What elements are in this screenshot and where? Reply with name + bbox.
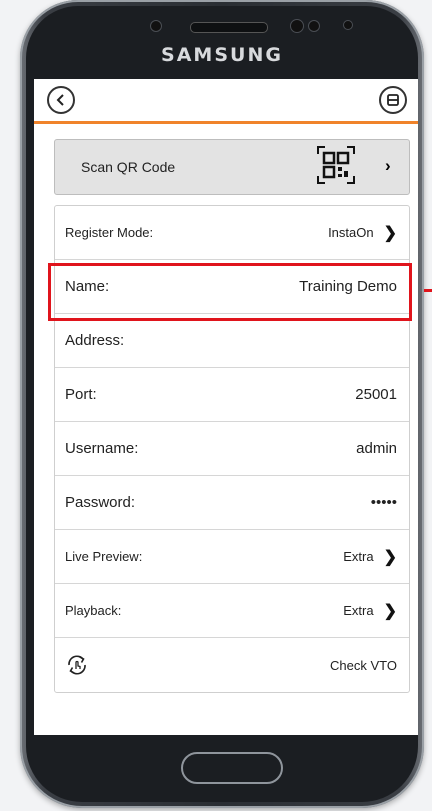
password-row[interactable]: Password: ••••• (55, 476, 409, 530)
sensor-dot (308, 20, 320, 32)
device-brand: SAMSUNG (161, 44, 283, 66)
name-value[interactable]: Training Demo (299, 278, 397, 295)
annotation-arrow (424, 289, 432, 292)
address-label: Address: (65, 332, 125, 349)
username-value[interactable]: admin (356, 440, 397, 457)
chevron-right-icon: ❯ (383, 224, 397, 242)
scan-qr-code-label: Scan QR Code (81, 159, 176, 175)
register-mode-label: Register Mode: (65, 225, 154, 240)
playback-label: Playback: (65, 603, 122, 618)
earpiece-speaker (190, 22, 268, 33)
register-mode-value: InstaOn ❯ (328, 223, 397, 243)
playback-value-text: Extra (343, 603, 374, 618)
front-camera-icon (150, 20, 162, 32)
register-mode-row[interactable]: Register Mode: InstaOn ❯ (55, 206, 409, 260)
name-label: Name: (65, 278, 110, 295)
check-vto-label: Check VTO (330, 657, 397, 673)
port-row[interactable]: Port: 25001 (55, 368, 409, 422)
sensor-dot (343, 20, 353, 30)
playback-row[interactable]: Playback: Extra ❯ (55, 584, 409, 638)
qr-code-icon (317, 146, 355, 184)
refresh-touch-icon (68, 655, 86, 675)
live-preview-label: Live Preview: (65, 549, 143, 564)
username-label: Username: (65, 440, 139, 457)
settings-form: Scan QR Code › Register Mode: InstaOn ❯ (54, 139, 410, 693)
playback-value: Extra ❯ (343, 601, 397, 621)
check-vto-row[interactable]: Check VTO (55, 638, 409, 692)
live-preview-value: Extra ❯ (343, 547, 397, 567)
sensor-dot (290, 19, 304, 33)
chevron-right-icon: › (385, 156, 391, 175)
field-list: Register Mode: InstaOn ❯ Name: Training … (54, 205, 410, 693)
live-preview-row[interactable]: Live Preview: Extra ❯ (55, 530, 409, 584)
register-mode-value-text: InstaOn (328, 225, 374, 240)
chevron-right-icon: ❯ (383, 602, 397, 620)
live-preview-value-text: Extra (343, 549, 374, 564)
home-button[interactable] (181, 752, 283, 784)
chevron-right-icon: ❯ (383, 548, 397, 566)
port-value[interactable]: 25001 (355, 386, 397, 403)
port-label: Port: (65, 386, 97, 403)
username-row[interactable]: Username: admin (55, 422, 409, 476)
app-content-layer: Scan QR Code › Register Mode: InstaOn ❯ (34, 79, 418, 735)
name-row[interactable]: Name: Training Demo (55, 260, 409, 314)
password-value[interactable]: ••••• (371, 494, 397, 511)
scan-qr-code-button[interactable]: Scan QR Code › (54, 139, 410, 195)
address-row[interactable]: Address: (55, 314, 409, 368)
password-label: Password: (65, 494, 136, 511)
